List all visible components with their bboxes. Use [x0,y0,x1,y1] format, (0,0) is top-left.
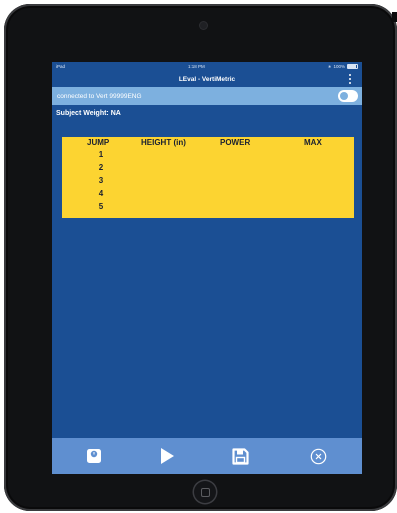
connection-toggle[interactable] [338,90,358,102]
status-time: 1:18 PM [187,64,205,69]
status-right: ∗ 100% [328,64,358,70]
subject-weight: Subject Weight: NA [56,110,121,117]
sleep-button [392,12,397,22]
scale-icon [87,449,101,463]
app-screen: iPad 1:18 PM ∗ 100% LEval - VertiMetric … [52,62,362,474]
home-button[interactable] [194,481,216,503]
battery-percent: 100% [333,64,345,69]
front-camera [200,22,207,29]
save-icon [231,447,249,465]
jump-row-4: 4 [98,189,104,198]
jump-row-1: 1 [98,150,104,159]
scale-button[interactable] [74,438,114,474]
home-button-square-icon [200,487,210,497]
close-button[interactable] [298,438,338,474]
connection-bar: connected to Vert 99999ENG [52,87,362,105]
status-carrier: iPad [56,64,66,69]
results-table: JUMP HEIGHT (in) POWER MAX 1 2 3 4 5 [62,137,354,218]
ipad-frame: iPad 1:18 PM ∗ 100% LEval - VertiMetric … [4,4,397,511]
jump-row-3: 3 [98,176,104,185]
header-power: POWER [220,138,251,147]
connection-status: connected to Vert 99999ENG [57,92,142,100]
app-title: LEval - VertiMetric [178,75,236,83]
toggle-knob [340,92,348,100]
header-jump: JUMP [87,138,110,147]
play-icon [161,448,174,464]
save-button[interactable] [220,438,260,474]
jump-row-5: 5 [98,202,104,211]
more-menu-icon[interactable] [348,74,352,84]
battery-icon [346,63,358,70]
app-title-bar: LEval - VertiMetric [52,71,362,87]
status-bar: iPad 1:18 PM ∗ 100% [52,62,362,71]
close-circle-icon [310,448,326,464]
header-max: MAX [304,138,322,147]
play-button[interactable] [147,438,187,474]
bottom-toolbar [52,438,362,474]
jump-row-2: 2 [98,163,104,172]
bluetooth-icon: ∗ [327,63,332,69]
header-height: HEIGHT (in) [141,138,186,147]
